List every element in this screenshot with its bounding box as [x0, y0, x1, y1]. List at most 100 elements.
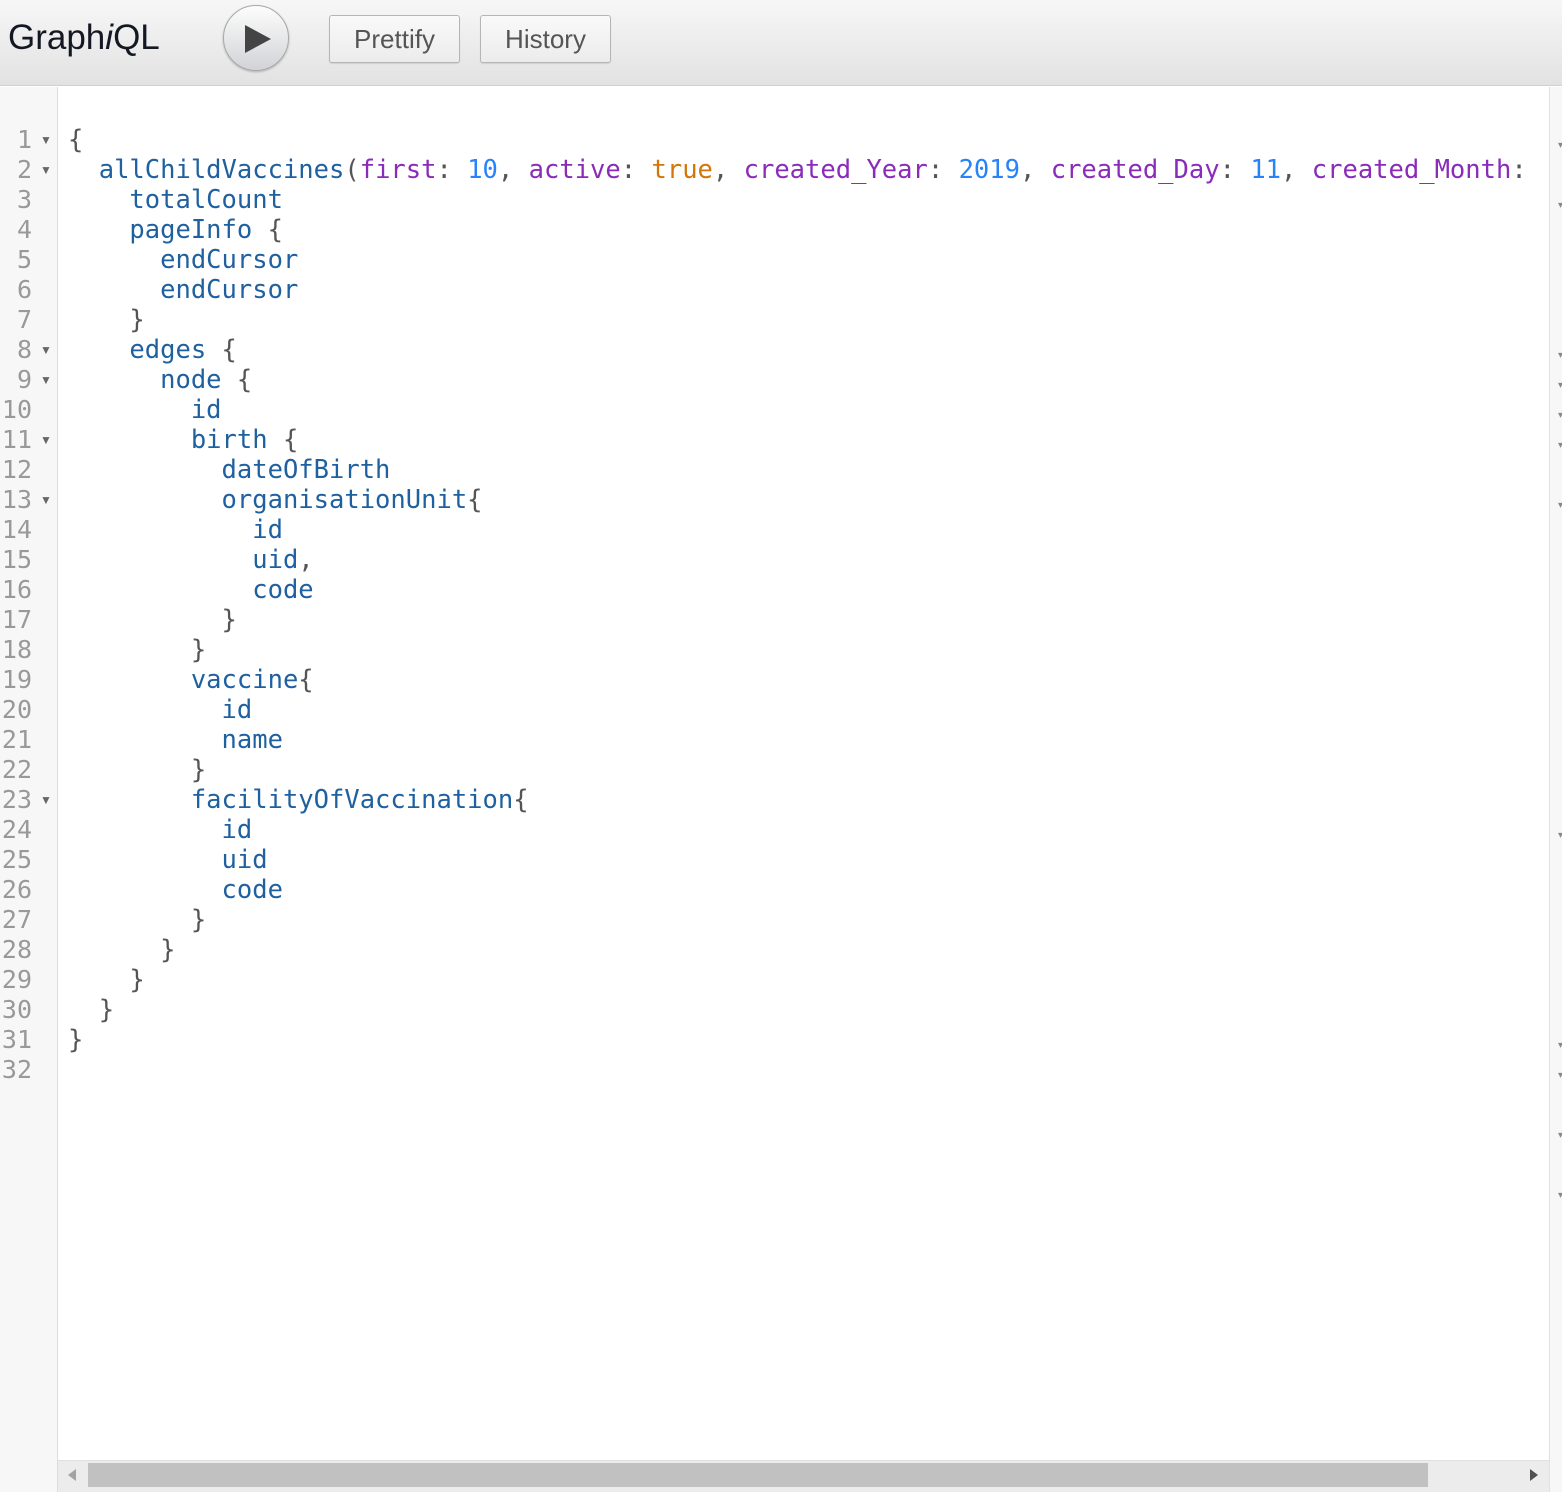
line-number: 8	[16, 335, 32, 364]
edge-fold-marker-icon: ▾	[1558, 1040, 1562, 1051]
code-line: {	[68, 125, 83, 155]
code-token: :	[1511, 155, 1527, 185]
fold-arrow-icon[interactable]: ▼	[40, 335, 52, 365]
line-number: 28	[1, 935, 32, 964]
fold-arrow-icon[interactable]: ▼	[40, 485, 52, 515]
code-token: facilityOfVaccination	[190, 785, 514, 815]
code-line: uid,	[68, 545, 314, 575]
execute-query-button[interactable]	[223, 5, 289, 71]
line-number: 10	[1, 395, 32, 424]
line-number: 31	[1, 1025, 32, 1054]
edge-fold-marker-icon: ▾	[1558, 380, 1562, 391]
line-number: 23	[1, 785, 32, 814]
code-token: ,	[1281, 155, 1312, 185]
code-token: ,	[497, 155, 529, 185]
line-number: 5	[16, 245, 32, 274]
code-token: }	[68, 305, 145, 335]
line-number: 3	[16, 185, 32, 214]
line-number: 20	[1, 695, 32, 724]
app-title-italic: i	[105, 18, 114, 57]
line-number: 27	[1, 905, 32, 934]
code-token: {	[221, 365, 253, 395]
line-number: 12	[1, 455, 32, 484]
code-token: true	[651, 155, 713, 185]
line-number: 2	[16, 155, 32, 184]
code-token: id	[190, 395, 222, 425]
code-line: totalCount	[68, 185, 283, 215]
code-line: allChildVaccines(first: 10, active: true…	[68, 155, 1527, 185]
code-token: }	[68, 605, 237, 635]
code-token: :	[620, 155, 652, 185]
line-number: 26	[1, 875, 32, 904]
code-token: edges	[129, 335, 207, 365]
code-token: uid	[221, 845, 268, 875]
line-number: 9	[16, 365, 32, 394]
line-number: 6	[16, 275, 32, 304]
code-token: }	[68, 905, 207, 935]
code-token: {	[513, 785, 529, 815]
app-title-suffix: QL	[113, 18, 160, 57]
code-token: }	[68, 755, 207, 785]
line-number: 30	[1, 995, 32, 1024]
fold-arrow-icon[interactable]: ▼	[40, 365, 52, 395]
code-token: }	[68, 965, 145, 995]
line-number: 15	[1, 545, 32, 574]
play-icon	[245, 25, 271, 53]
edge-fold-marker-icon: ▾	[1558, 440, 1562, 451]
code-token: code	[221, 875, 283, 905]
code-line: name	[68, 725, 283, 755]
code-token: endCursor	[160, 245, 299, 275]
line-number: 21	[1, 725, 32, 754]
code-token: first	[359, 155, 437, 185]
edge-fold-marker-icon: ▾	[1558, 200, 1562, 211]
code-token: }	[68, 635, 207, 665]
line-number: 7	[16, 305, 32, 334]
code-token: {	[267, 425, 299, 455]
code-line: }	[68, 935, 175, 965]
history-button[interactable]: History	[480, 15, 611, 63]
fold-arrow-icon[interactable]: ▼	[40, 425, 52, 455]
code-line: id	[68, 395, 222, 425]
line-number: 19	[1, 665, 32, 694]
fold-arrow-icon[interactable]: ▼	[40, 125, 52, 155]
code-token: pageInfo	[129, 215, 253, 245]
horizontal-scrollbar[interactable]	[58, 1460, 1549, 1492]
code-token: active	[528, 155, 621, 185]
horizontal-scroll-thumb[interactable]	[88, 1463, 1428, 1487]
code-token: ,	[712, 155, 744, 185]
line-number: 25	[1, 845, 32, 874]
code-line: }	[68, 905, 206, 935]
scroll-right-arrow-icon[interactable]	[1530, 1469, 1538, 1481]
code-token: ,	[298, 545, 314, 575]
fold-arrow-icon[interactable]: ▼	[40, 155, 52, 185]
scroll-left-arrow-icon[interactable]	[68, 1469, 76, 1481]
vertical-scrollbar-edge[interactable]	[1549, 87, 1562, 1492]
code-line: }	[68, 755, 206, 785]
code-token: ,	[1020, 155, 1051, 185]
line-number: 4	[16, 215, 32, 244]
code-token: id	[221, 695, 253, 725]
prettify-button[interactable]: Prettify	[329, 15, 460, 63]
code-line: uid	[68, 845, 268, 875]
line-number: 16	[1, 575, 32, 604]
code-line: id	[68, 515, 283, 545]
code-token: uid	[252, 545, 299, 575]
fold-arrow-icon[interactable]: ▼	[40, 785, 52, 815]
code-line: code	[68, 875, 283, 905]
code-token: {	[252, 215, 283, 245]
edge-fold-marker-icon: ▾	[1558, 410, 1562, 421]
